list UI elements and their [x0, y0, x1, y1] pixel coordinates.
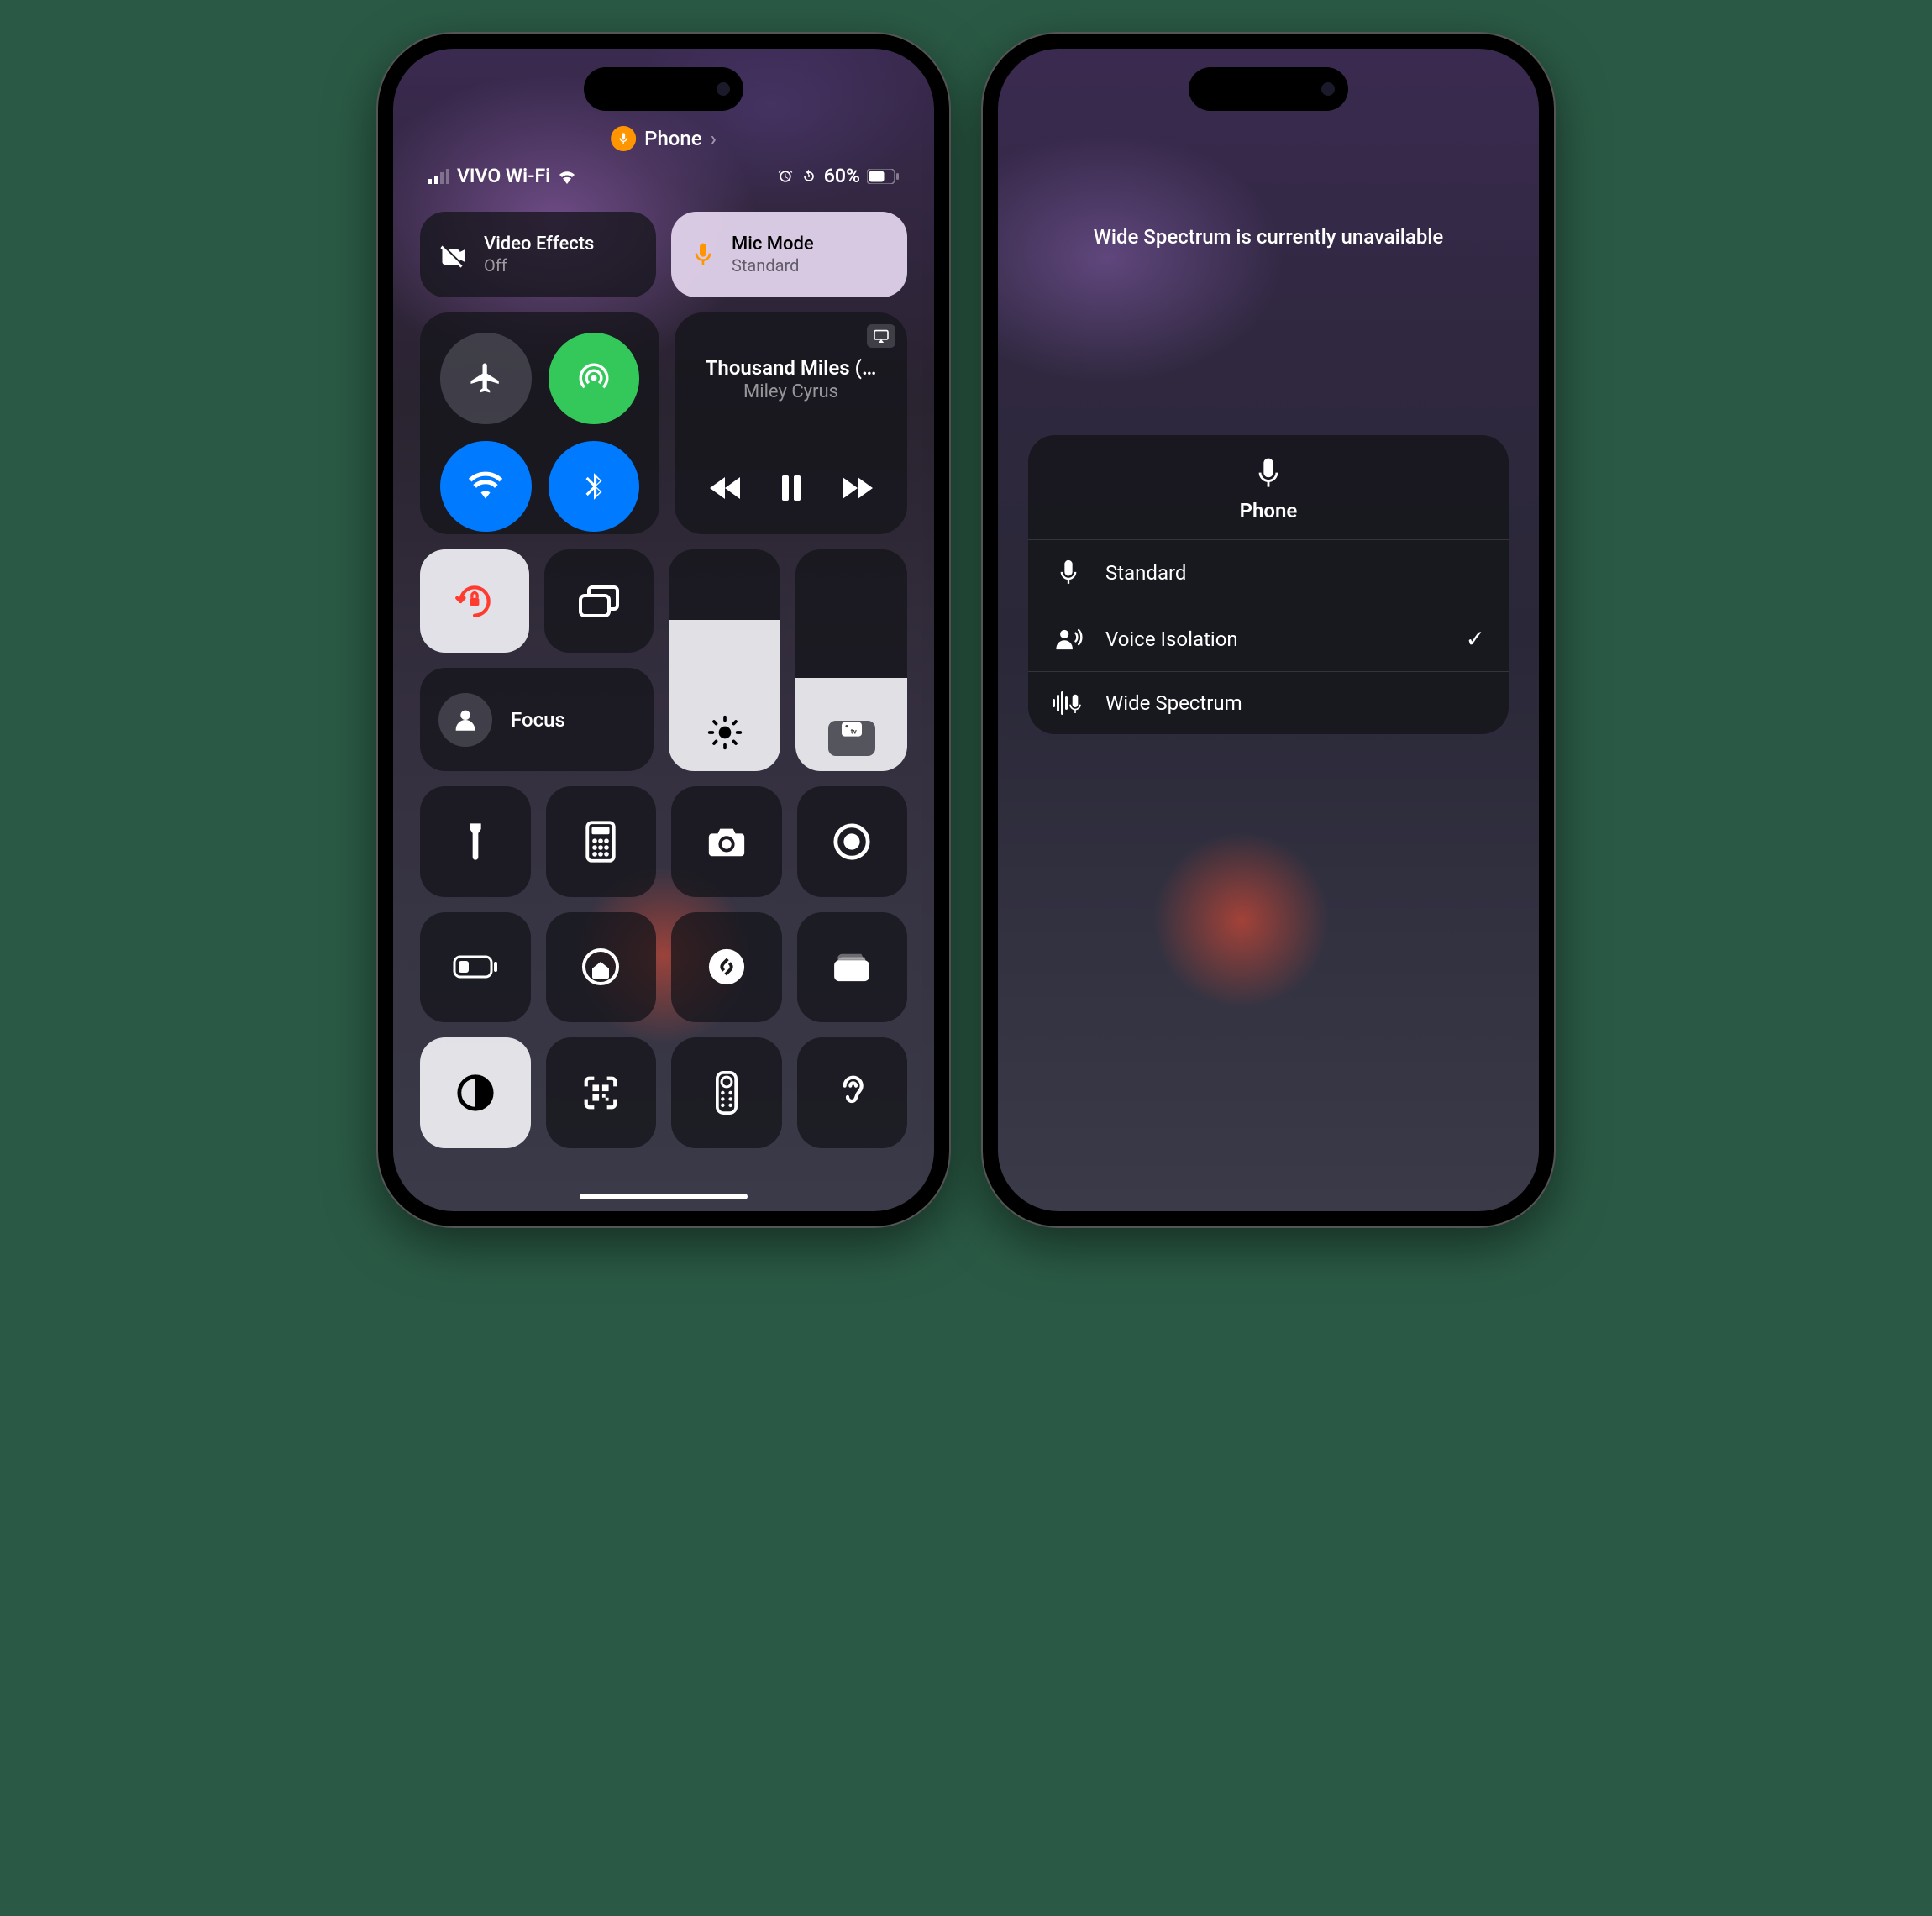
- audio-output-badge[interactable]: tv: [828, 721, 875, 756]
- screen-mirroring-button[interactable]: [544, 549, 654, 653]
- active-app-pill[interactable]: Phone ›: [611, 126, 717, 151]
- wallet-button[interactable]: [797, 912, 908, 1023]
- brightness-slider[interactable]: [669, 549, 780, 771]
- svg-text:tv: tv: [850, 728, 857, 737]
- cellular-data-toggle[interactable]: [549, 333, 640, 424]
- track-artist: Miley Cyrus: [691, 381, 890, 402]
- mic-mode-screen: Wide Spectrum is currently unavailable P…: [998, 49, 1539, 1211]
- mic-mode-voice-isolation-label: Voice Isolation: [1105, 627, 1238, 651]
- wide-spectrum-icon: [1052, 690, 1085, 716]
- control-center-screen: Phone › VIVO Wi-Fi 60%: [393, 49, 934, 1211]
- chevron-right-icon: ›: [711, 127, 717, 150]
- flashlight-button[interactable]: [420, 786, 531, 897]
- apple-tv-remote-button[interactable]: [671, 1037, 782, 1148]
- connectivity-tile[interactable]: [420, 312, 659, 534]
- mic-mode-sub: Standard: [732, 255, 814, 276]
- mic-mode-icon: [690, 241, 717, 268]
- video-effects-sub: Off: [484, 255, 594, 276]
- focus-icon: [438, 693, 492, 747]
- screen-record-button[interactable]: [797, 786, 908, 897]
- active-app-label: Phone: [644, 127, 701, 150]
- mic-mode-title: Mic Mode: [732, 234, 814, 255]
- battery-pct-label: 60%: [824, 165, 860, 187]
- checkmark-icon: ✓: [1466, 625, 1485, 653]
- low-power-mode-button[interactable]: [420, 912, 531, 1023]
- shazam-button[interactable]: [671, 912, 782, 1023]
- dark-mode-toggle[interactable]: [420, 1037, 531, 1148]
- iphone-left: Phone › VIVO Wi-Fi 60%: [378, 34, 949, 1226]
- unavailable-notice: Wide Spectrum is currently unavailable: [998, 225, 1539, 249]
- camera-button[interactable]: [671, 786, 782, 897]
- focus-label: Focus: [511, 708, 565, 732]
- rotation-lock-small-icon: [801, 168, 817, 185]
- now-playing-tile[interactable]: Thousand Miles (… Miley Cyrus: [675, 312, 907, 534]
- track-title: Thousand Miles (…: [691, 356, 890, 380]
- hearing-button[interactable]: [797, 1037, 908, 1148]
- mic-mode-standard-label: Standard: [1105, 561, 1186, 585]
- video-off-icon: [438, 239, 469, 270]
- dynamic-island: [1189, 67, 1348, 111]
- battery-icon: [867, 169, 899, 184]
- voice-isolation-icon: [1052, 627, 1085, 652]
- alarm-icon: [777, 168, 794, 185]
- airplay-badge-icon[interactable]: [867, 324, 895, 348]
- mic-mode-panel: Phone Standard Voice Isolation ✓ Wide S: [1028, 435, 1509, 734]
- wifi-toggle[interactable]: [440, 441, 532, 533]
- mic-indicator-icon: [611, 126, 636, 151]
- qr-scan-button[interactable]: [546, 1037, 657, 1148]
- mic-mode-voice-isolation-row[interactable]: Voice Isolation ✓: [1028, 606, 1509, 672]
- mic-icon: [1254, 457, 1283, 491]
- video-effects-tile[interactable]: Video Effects Off: [420, 212, 656, 297]
- previous-track-button[interactable]: [708, 475, 742, 501]
- mic-mode-tile[interactable]: Mic Mode Standard: [671, 212, 907, 297]
- dynamic-island: [584, 67, 743, 111]
- mic-mode-wide-spectrum-row[interactable]: Wide Spectrum: [1028, 672, 1509, 734]
- bluetooth-toggle[interactable]: [549, 441, 640, 533]
- carrier-label: VIVO Wi-Fi: [457, 165, 550, 187]
- focus-tile[interactable]: Focus: [420, 668, 654, 771]
- mic-panel-app-label: Phone: [1240, 499, 1298, 522]
- volume-slider[interactable]: tv: [795, 549, 907, 771]
- video-effects-title: Video Effects: [484, 234, 594, 255]
- airplane-mode-toggle[interactable]: [440, 333, 532, 424]
- mic-mode-wide-spectrum-label: Wide Spectrum: [1105, 691, 1242, 715]
- rotation-lock-toggle[interactable]: [420, 549, 529, 653]
- wifi-icon: [557, 169, 577, 184]
- status-bar: VIVO Wi-Fi 60%: [393, 165, 934, 187]
- play-pause-button[interactable]: [780, 475, 802, 501]
- iphone-right: Wide Spectrum is currently unavailable P…: [983, 34, 1554, 1226]
- mic-mode-standard-row[interactable]: Standard: [1028, 540, 1509, 606]
- home-indicator[interactable]: [580, 1194, 748, 1199]
- home-button[interactable]: [546, 912, 657, 1023]
- mic-panel-header: Phone: [1028, 435, 1509, 540]
- brightness-icon: [706, 714, 743, 751]
- control-center-grid: Video Effects Off Mic Mode Standard: [420, 212, 907, 1186]
- cellular-signal-icon: [428, 169, 450, 184]
- mic-standard-icon: [1052, 559, 1085, 587]
- next-track-button[interactable]: [841, 475, 874, 501]
- calculator-button[interactable]: [546, 786, 657, 897]
